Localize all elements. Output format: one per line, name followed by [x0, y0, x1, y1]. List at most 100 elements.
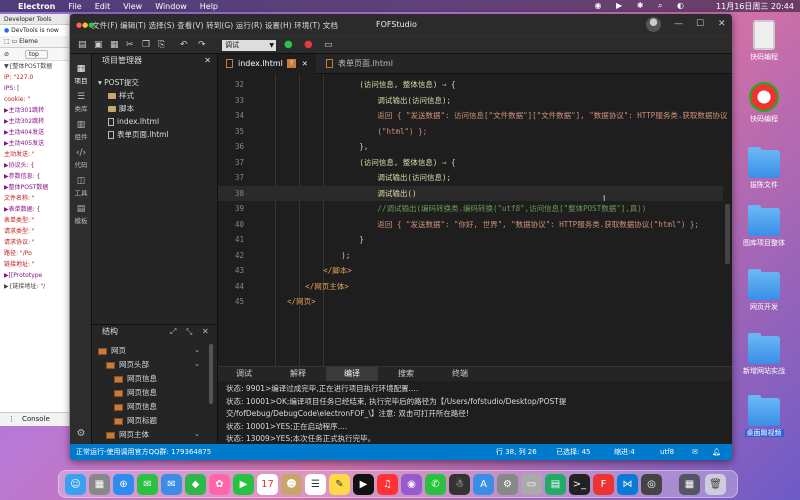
- minimize-icon[interactable]: —: [674, 19, 683, 29]
- code-line[interactable]: 37 (访问信息, 整体信息) ⇒ {: [218, 155, 723, 170]
- maximize-icon[interactable]: ☐: [696, 19, 704, 29]
- console-line[interactable]: ▶主动301跳转: [0, 105, 69, 116]
- desktop-folder-1[interactable]: 拔陈文件: [738, 147, 790, 190]
- app-icon[interactable]: ◎: [641, 474, 662, 495]
- contacts-icon[interactable]: ☻: [281, 474, 302, 495]
- downloads-icon[interactable]: ▦: [679, 474, 700, 495]
- new-file-icon[interactable]: ▤: [78, 40, 87, 50]
- console-line[interactable]: ▼{整体POST数据: [0, 61, 69, 72]
- tab-debug[interactable]: 调试: [218, 367, 270, 381]
- tab-form[interactable]: 表单页面.lhtml: [318, 54, 418, 74]
- menu-file[interactable]: File: [68, 2, 81, 11]
- console-line[interactable]: 表单类型: ": [0, 215, 69, 226]
- copy-icon[interactable]: ❐: [142, 40, 150, 50]
- redo-icon[interactable]: ↷: [198, 40, 206, 50]
- chevron-down-icon[interactable]: ⌄: [194, 344, 200, 357]
- avatar[interactable]: [646, 17, 661, 32]
- chevron-down-icon[interactable]: ⌄: [194, 358, 200, 371]
- console-drawer-tab[interactable]: Console: [0, 412, 69, 426]
- collapse-icon[interactable]: ⤡: [186, 325, 192, 339]
- console-line[interactable]: cookie: ": [0, 94, 69, 105]
- context-select[interactable]: top: [25, 50, 48, 59]
- clear-icon[interactable]: ⊘: [4, 51, 9, 58]
- notification-icon[interactable]: ✉: [692, 444, 698, 460]
- desktop-folder-4[interactable]: 新增网站实战: [738, 333, 790, 376]
- structure-item[interactable]: 网页信息: [114, 386, 206, 399]
- console-line[interactable]: ▶表单数据: {: [0, 204, 69, 215]
- trash-icon[interactable]: 🗑︎: [705, 474, 726, 495]
- structure-item[interactable]: 网页 ⌄: [98, 344, 206, 357]
- console-line[interactable]: ▶整体POST数据: [0, 182, 69, 193]
- structure-item[interactable]: 网页信息: [114, 372, 206, 385]
- code-text[interactable]: </网页主体>: [251, 279, 349, 294]
- close-icon[interactable]: ✕: [202, 325, 209, 339]
- structure-item[interactable]: 网页标题: [114, 414, 206, 427]
- code-text[interactable]: 返回 { "发送数据": 访问信息["文件数据"]["文件数据"], "数据协议…: [251, 108, 727, 123]
- devtools-tabs[interactable]: ⬚ ▭ Eleme: [0, 36, 69, 48]
- inspect-icon[interactable]: ⬚ ▭: [4, 38, 19, 45]
- tab-terminal[interactable]: 终端: [434, 367, 486, 381]
- menubar-clock[interactable]: 11月16日周三 20:44: [716, 1, 794, 12]
- help-icon[interactable]: ?: [286, 59, 296, 68]
- bell-icon[interactable]: 🔔︎: [712, 444, 721, 460]
- console-line[interactable]: 请求协议: ": [0, 237, 69, 248]
- structure-item[interactable]: 网页信息: [114, 400, 206, 413]
- ide-menu[interactable]: 文件(F) 编辑(T) 选择(S) 查看(V) 转到(G) 运行(R) 设置(H…: [92, 20, 338, 31]
- maps-icon[interactable]: ◆: [185, 474, 206, 495]
- facetime-icon[interactable]: ▶: [233, 474, 254, 495]
- rail-library[interactable]: ☰ 类库: [70, 92, 92, 113]
- mail-icon[interactable]: ✉: [161, 474, 182, 495]
- mode-select[interactable]: 调试 ▼: [222, 40, 276, 51]
- tree-folder-script[interactable]: 脚本: [108, 102, 134, 115]
- tab-compile[interactable]: 编译: [326, 367, 378, 381]
- undo-icon[interactable]: ↶: [180, 40, 188, 50]
- console-line[interactable]: ▶主动404发送: [0, 127, 69, 138]
- app-icon[interactable]: ▤: [545, 474, 566, 495]
- code-line[interactable]: 40 返回 { "发送数据": "你好, 世界", "数据协议": HTTP服务…: [218, 217, 723, 232]
- save-icon[interactable]: ▦: [110, 40, 119, 50]
- desktop-icon-1[interactable]: 快码编程: [738, 20, 790, 62]
- console-line[interactable]: IPS: [: [0, 83, 69, 94]
- code-line[interactable]: 45 </网页>: [218, 294, 723, 309]
- tab-search[interactable]: 搜索: [380, 367, 432, 381]
- menu-edit[interactable]: Edit: [95, 2, 111, 11]
- menu-view[interactable]: View: [123, 2, 142, 11]
- podcasts-icon[interactable]: ◉: [401, 474, 422, 495]
- code-line[interactable]: 34 返回 { "发送数据": 访问信息["文件数据"]["文件数据"], "数…: [218, 108, 727, 123]
- code-line[interactable]: 35 ("html") };: [218, 124, 723, 139]
- code-text[interactable]: </网页>: [251, 294, 316, 309]
- music-icon[interactable]: ♫: [377, 474, 398, 495]
- expand-icon[interactable]: ⤢: [170, 325, 176, 339]
- status-tray[interactable]: ◉ ▶ ✱ ⌕ ◐: [595, 1, 690, 11]
- settings-gear-icon[interactable]: ⚙: [70, 428, 92, 439]
- menu-window[interactable]: Window: [155, 2, 187, 11]
- tree-folder-style[interactable]: 样式: [108, 89, 134, 102]
- code-text[interactable]: ("html") };: [251, 124, 427, 139]
- code-text[interactable]: },: [251, 139, 368, 154]
- rail-components[interactable]: ▥ 组件: [70, 120, 92, 141]
- preview-icon[interactable]: ▭: [521, 474, 542, 495]
- calendar-icon[interactable]: 17: [257, 474, 278, 495]
- cut-icon[interactable]: ✂: [126, 40, 134, 50]
- console-line[interactable]: ▶主动405发送: [0, 138, 69, 149]
- structure-scrollbar[interactable]: [209, 344, 213, 404]
- code-editor[interactable]: index.lhtml? ✕ 表单页面.lhtml 32 (访问信息, 整体信息)…: [218, 54, 732, 366]
- rail-code[interactable]: ‹/› 代码: [70, 148, 92, 169]
- messages-icon[interactable]: ✉: [137, 474, 158, 495]
- close-icon[interactable]: ✕: [302, 60, 308, 68]
- terminal-icon[interactable]: >_: [569, 474, 590, 495]
- console-line[interactable]: ▶参数信息: {: [0, 171, 69, 182]
- code-text[interactable]: 返回 { "发送数据": "你好, 世界", "数据协议": HTTP服务类.获…: [251, 217, 699, 232]
- reminders-icon[interactable]: ☰: [305, 474, 326, 495]
- code-line[interactable]: 38 调试输出(): [218, 185, 723, 201]
- desktop-folder-2[interactable]: 图库项目整体: [738, 205, 790, 248]
- code-line[interactable]: 44 </网页主体>: [218, 279, 723, 294]
- appstore-icon[interactable]: A: [473, 474, 494, 495]
- structure-item[interactable]: 网页主体 ⌄: [106, 428, 206, 441]
- window-controls[interactable]: ●●●: [76, 21, 94, 29]
- finder-icon[interactable]: ☺: [65, 474, 86, 495]
- rail-project[interactable]: ▦ 项目: [70, 64, 92, 85]
- console-line[interactable]: 路径: "/Po: [0, 248, 69, 259]
- photos-icon[interactable]: ✿: [209, 474, 230, 495]
- tab-interpret[interactable]: 解释: [272, 367, 324, 381]
